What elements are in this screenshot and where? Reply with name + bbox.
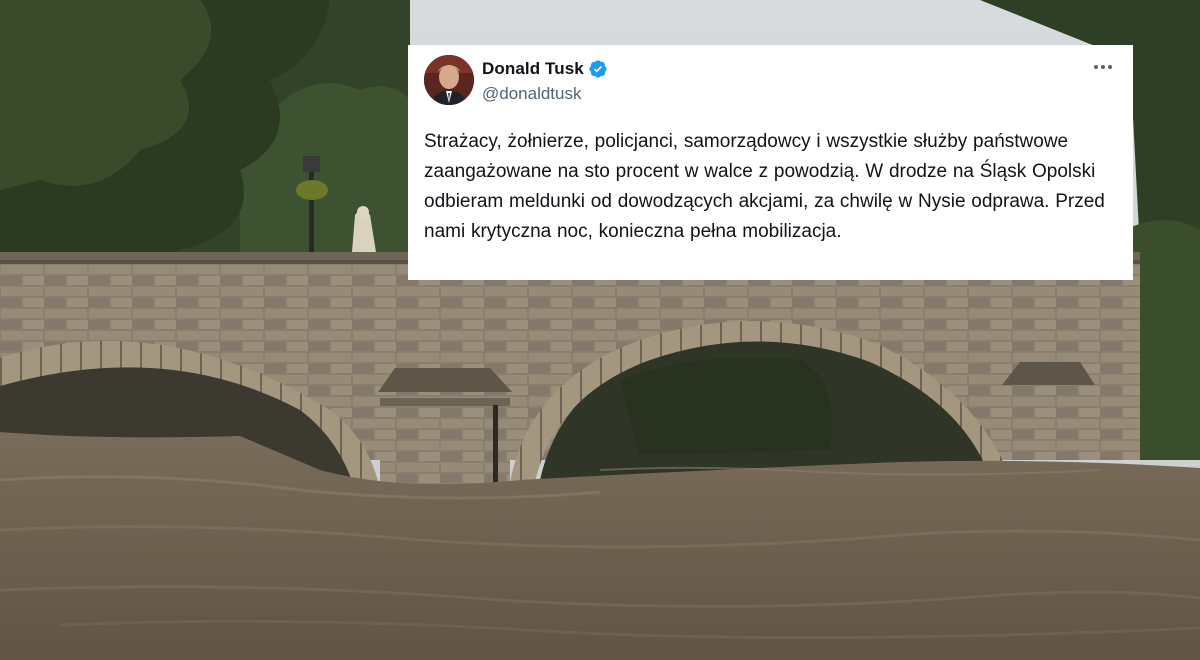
tweet-header: Donald Tusk @donaldtusk [424, 55, 1117, 113]
tweet-card[interactable]: Donald Tusk @donaldtusk Strażacy, żołnie… [408, 45, 1133, 280]
more-options-button[interactable] [1091, 57, 1115, 77]
author-avatar[interactable] [424, 55, 474, 105]
author-name[interactable]: Donald Tusk [482, 59, 584, 79]
avatar-portrait-icon [424, 55, 474, 105]
author-name-row: Donald Tusk [482, 59, 608, 79]
author-handle[interactable]: @donaldtusk [482, 84, 582, 104]
more-horizontal-icon [1094, 65, 1112, 69]
tweet-text: Strażacy, żołnierze, policjanci, samorzą… [424, 131, 1105, 242]
verified-badge-icon [588, 59, 608, 79]
